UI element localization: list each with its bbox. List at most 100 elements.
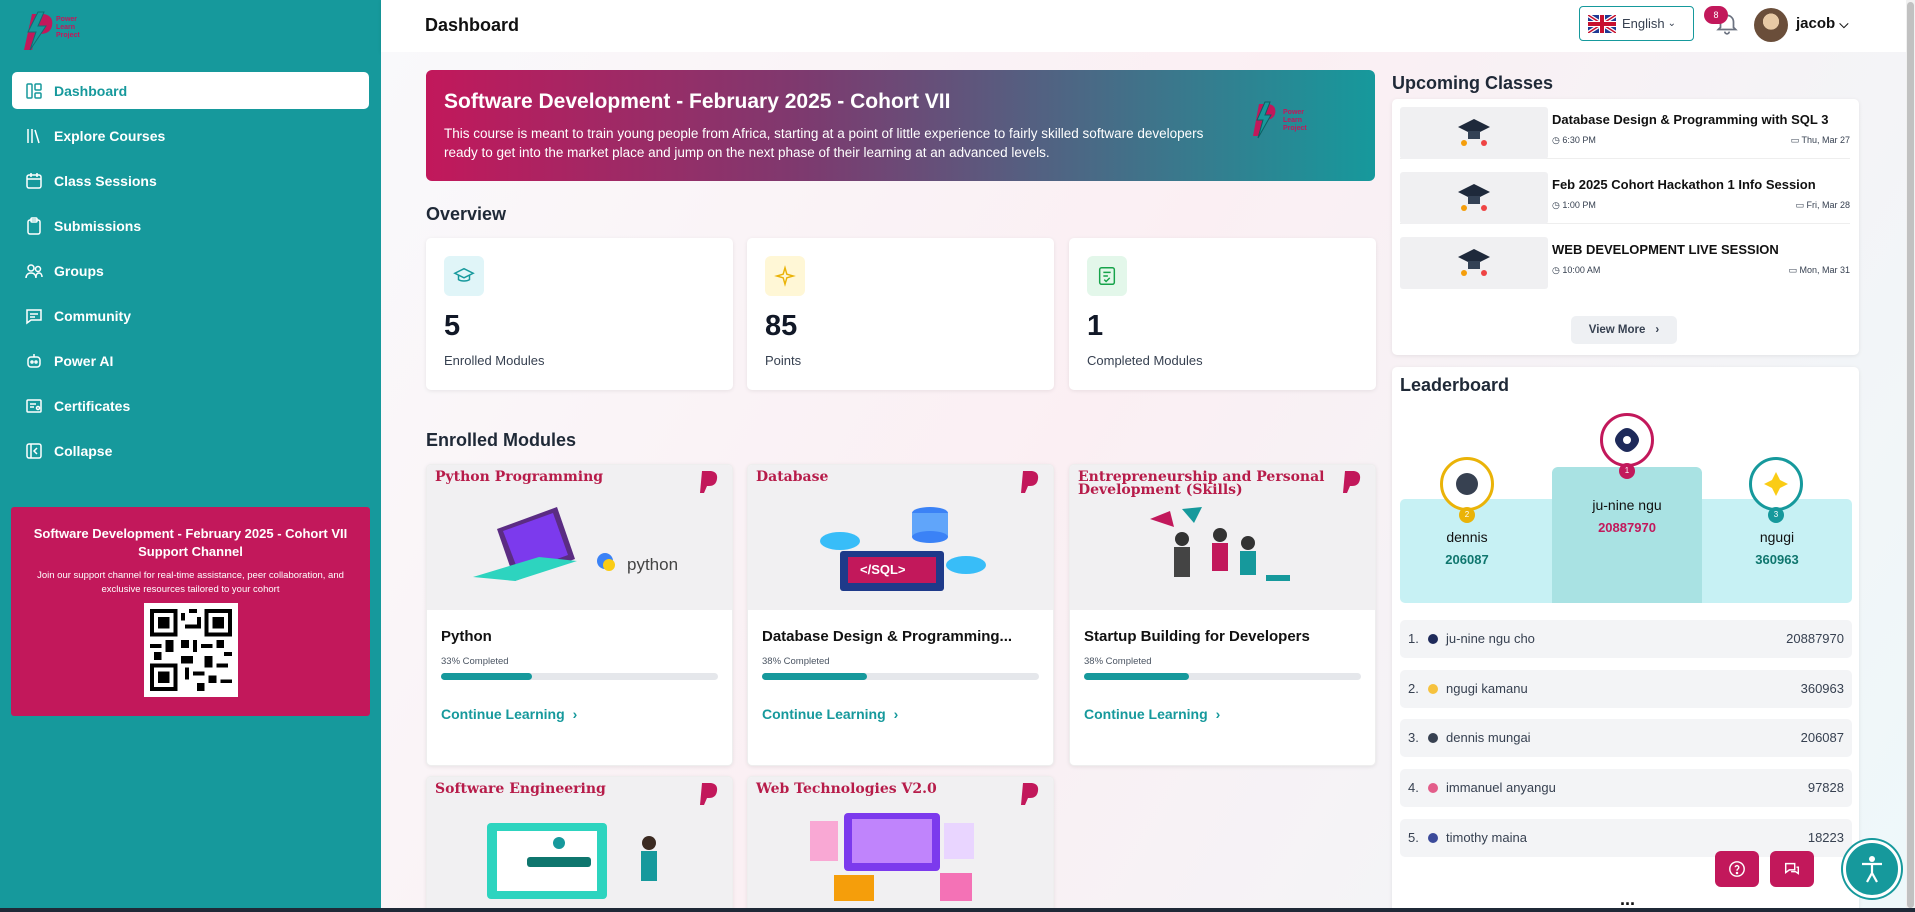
module-thumbnail: Database </SQL> <box>748 465 1053 610</box>
leaderboard-row[interactable]: 3. dennis mungai 206087 <box>1400 719 1852 757</box>
scrollbar-thumb[interactable] <box>1907 2 1914 908</box>
sidebar-item-groups[interactable]: Groups <box>12 252 369 289</box>
web-illustration <box>810 813 974 901</box>
class-date-value: Mon, Mar 31 <box>1799 265 1850 275</box>
chevron-right-icon: › <box>1215 706 1221 722</box>
qr-code[interactable] <box>143 603 238 697</box>
team-illustration <box>1150 507 1290 581</box>
chat-button[interactable] <box>1770 851 1814 887</box>
sidebar-nav: Dashboard Explore Courses Class Sessions… <box>12 72 369 477</box>
upcoming-class-item[interactable]: Database Design & Programming with SQL 3… <box>1400 107 1850 159</box>
module-card-database[interactable]: Database </SQL> Database Design & Progra… <box>747 464 1054 766</box>
progress-label: 38% Completed <box>1084 656 1152 667</box>
podium-name: ngugi <box>1759 529 1795 545</box>
module-card-software-engineering[interactable]: Software Engineering <box>426 776 733 912</box>
thumbnail-title: Software Engineering <box>435 781 606 797</box>
row-rank: 1. <box>1408 631 1419 646</box>
class-date: ▭ Thu, Mar 27 <box>1790 135 1850 145</box>
podium-score: 206087 <box>1445 552 1489 567</box>
continue-learning-link[interactable]: Continue Learning › <box>1084 706 1220 722</box>
avatar-dot <box>1428 634 1438 644</box>
continue-learning-link[interactable]: Continue Learning › <box>441 706 577 722</box>
class-thumbnail <box>1400 107 1548 159</box>
top-header: Dashboard English ⌄ 8 jacob ⌵ <box>381 0 1906 52</box>
clipboard-icon <box>24 216 44 236</box>
sidebar-item-dashboard[interactable]: Dashboard <box>12 72 369 109</box>
class-title: WEB DEVELOPMENT LIVE SESSION <box>1552 242 1779 257</box>
module-thumbnail: Software Engineering <box>427 777 732 912</box>
progress-label: 38% Completed <box>762 656 830 667</box>
svg-text:Power: Power <box>1283 109 1304 116</box>
language-selector[interactable]: English ⌄ <box>1579 6 1694 41</box>
sidebar-item-power-ai[interactable]: Power AI <box>12 342 369 379</box>
sidebar-item-community[interactable]: Community <box>12 297 369 334</box>
upcoming-classes: Upcoming Classes Database Design & Progr… <box>1392 57 1859 357</box>
sidebar-item-submissions[interactable]: Submissions <box>12 207 369 244</box>
podium-name: dennis <box>1446 529 1488 545</box>
stat-value: 1 <box>1087 310 1104 342</box>
avatar-dot <box>1428 833 1438 843</box>
svg-text:Project: Project <box>1283 125 1307 132</box>
leaderboard-row[interactable]: 2. ngugi kamanu 360963 <box>1400 670 1852 708</box>
leaderboard-row[interactable]: 4. immanuel anyangu 97828 <box>1400 769 1852 807</box>
leaderboard: Leaderboard 1 ju-nine ngu 20887970 2 den… <box>1392 367 1859 912</box>
class-date-value: Thu, Mar 27 <box>1801 135 1850 145</box>
class-date: ▭ Fri, Mar 28 <box>1795 200 1850 210</box>
sidebar: Power Learn Project Dashboard Explore Co… <box>0 0 381 912</box>
collapse-icon <box>24 441 44 461</box>
row-name: timothy maina <box>1446 830 1527 845</box>
class-time: ◷ 1:00 PM <box>1552 200 1596 210</box>
user-menu[interactable]: jacob ⌵ <box>1796 15 1848 32</box>
stat-value: 5 <box>444 310 461 342</box>
user-avatar[interactable] <box>1754 8 1788 42</box>
row-name: dennis mungai <box>1446 730 1531 745</box>
leaderboard-more[interactable]: ... <box>1620 889 1635 910</box>
database-illustration <box>820 507 986 591</box>
module-card-web-technologies[interactable]: Web Technologies V2.0 <box>747 776 1054 912</box>
accessibility-icon <box>1862 856 1882 883</box>
chevron-right-icon: › <box>1655 324 1660 336</box>
module-thumbnail: Entrepreneurship and Personal Developmen… <box>1070 465 1375 610</box>
progress-label: 33% Completed <box>441 656 509 667</box>
language-label: English <box>1622 16 1665 31</box>
bottom-edge <box>0 908 1915 912</box>
sidebar-item-collapse[interactable]: Collapse <box>12 432 369 469</box>
sidebar-item-label: Groups <box>54 262 104 279</box>
progress-bar <box>1084 673 1361 680</box>
continue-learning-link[interactable]: Continue Learning › <box>762 706 898 722</box>
continue-label: Continue Learning <box>1084 706 1208 722</box>
library-icon <box>24 126 44 146</box>
podium-avatar-first[interactable] <box>1600 413 1654 467</box>
row-score: 360963 <box>1800 681 1844 696</box>
podium-avatar-third[interactable] <box>1749 457 1803 511</box>
notification-count-badge: 8 <box>1704 6 1728 24</box>
avatar-pattern-icon <box>1456 473 1478 495</box>
overview-title: Overview <box>426 204 507 224</box>
podium-score: 360963 <box>1755 552 1799 567</box>
sidebar-item-explore-courses[interactable]: Explore Courses <box>12 117 369 154</box>
leaderboard-row[interactable]: 1. ju-nine ngu cho 20887970 <box>1400 620 1852 658</box>
module-card-startup-building[interactable]: Entrepreneurship and Personal Developmen… <box>1069 464 1376 766</box>
module-thumbnail: Web Technologies V2.0 <box>748 777 1053 912</box>
sidebar-item-class-sessions[interactable]: Class Sessions <box>12 162 369 199</box>
class-time-value: 10:00 AM <box>1562 265 1601 275</box>
sidebar-item-certificates[interactable]: Certificates <box>12 387 369 424</box>
accessibility-button[interactable] <box>1843 840 1901 898</box>
continue-label: Continue Learning <box>441 706 565 722</box>
view-more-button[interactable]: View More › <box>1571 316 1677 344</box>
username: jacob <box>1796 15 1836 32</box>
class-time: ◷ 10:00 AM <box>1552 265 1601 275</box>
chevron-right-icon: › <box>572 706 578 722</box>
power-learn-project-logo[interactable]: Power Learn Project <box>18 10 88 54</box>
upcoming-class-item[interactable]: Feb 2025 Cohort Hackathon 1 Info Session… <box>1400 172 1850 224</box>
support-channel-card: Software Development - February 2025 - C… <box>11 507 370 716</box>
row-name: immanuel anyangu <box>1446 780 1556 795</box>
support-title: Software Development - February 2025 - C… <box>33 526 348 559</box>
class-thumbnail <box>1400 172 1548 224</box>
module-card-python[interactable]: Python Programming python Python 33% Com… <box>426 464 733 766</box>
sidebar-item-label: Dashboard <box>54 82 128 99</box>
podium-avatar-second[interactable] <box>1440 457 1494 511</box>
upcoming-class-item[interactable]: WEB DEVELOPMENT LIVE SESSION ◷ 10:00 AM … <box>1400 237 1850 289</box>
help-button[interactable] <box>1715 851 1759 887</box>
course-hero-banner: Software Development - February 2025 - C… <box>426 70 1375 181</box>
